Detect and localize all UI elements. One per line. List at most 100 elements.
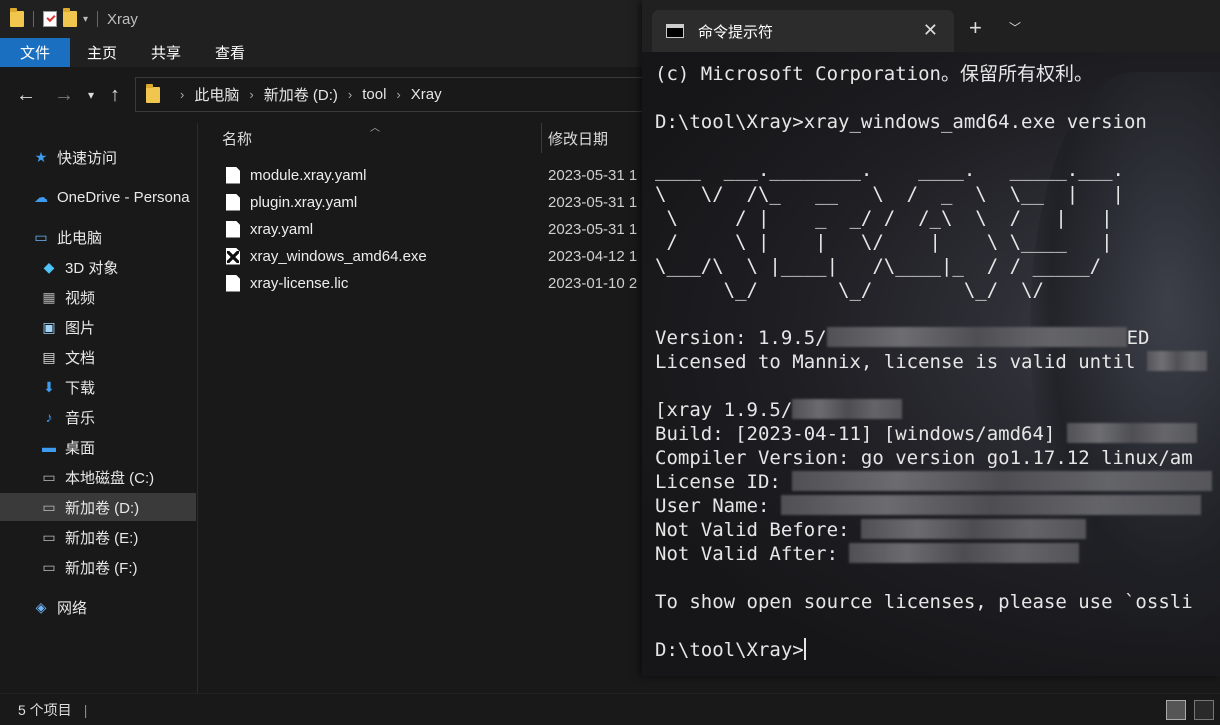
redacted-block [826,327,1127,347]
file-date: 2023-05-31 1 [548,193,638,211]
customize-toolbar-icon[interactable]: ▾ [83,14,88,25]
sidebar-item-label: 图片 [65,319,96,337]
terminal-tab-bar: 命令提示符 ✕ + ﹀ [642,0,1220,52]
executable-icon [226,247,240,265]
sidebar-item-drive-f[interactable]: ▭ 新加卷 (F:) [0,553,196,581]
chevron-right-icon[interactable]: › [348,87,352,102]
ascii-banner-line: / \ | | \/ | \ \____ | [655,231,1113,253]
file-row[interactable]: module.xray.yaml 2023-05-31 1 [222,162,652,188]
redacted-block [860,519,1086,539]
up-arrow-icon[interactable]: ↑ [110,83,120,107]
redacted-block [1066,423,1197,443]
add-tab-icon[interactable]: + [969,15,982,41]
column-header-date[interactable]: 修改日期 [548,123,608,153]
tab-title: 命令提示符 [698,23,774,41]
drive-icon: ▭ [42,499,56,515]
sidebar-item-drive-c[interactable]: ▭ 本地磁盘 (C:) [0,463,196,491]
chevron-right-icon[interactable]: › [396,87,400,102]
not-before-label: Not Valid Before: [655,519,861,541]
sidebar-item-label: 网络 [57,599,88,617]
breadcrumb-this-pc[interactable]: 此电脑 [194,84,239,105]
sidebar-item-quick-access[interactable]: ★ 快速访问 [0,143,196,171]
recent-locations-icon[interactable]: ▾ [88,83,94,107]
tab-command-prompt[interactable]: 命令提示符 ✕ [652,10,954,52]
sidebar-item-pictures[interactable]: ▣ 图片 [0,313,196,341]
picture-icon: ▣ [42,319,56,335]
user-name-label: User Name: [655,495,781,517]
build-header-line: [xray 1.9.5/ [655,399,903,421]
file-name: xray_windows_amd64.exe [250,247,427,265]
music-icon: ♪ [45,409,53,425]
file-row[interactable]: xray.yaml 2023-05-31 1 [222,216,652,242]
drive-icon: ▭ [42,469,56,485]
file-row[interactable]: plugin.xray.yaml 2023-05-31 1 [222,189,652,215]
sidebar-item-network[interactable]: ◈ 网络 [0,593,196,621]
licensed-line: Licensed to Mannix, license is valid unt… [655,351,1207,373]
download-icon: ⬇ [43,379,55,395]
tab-view[interactable]: 查看 [198,38,262,67]
sidebar-item-label: 3D 对象 [65,259,119,277]
close-icon[interactable]: ✕ [923,20,938,41]
compiler-line: Compiler Version: go version go1.17.12 l… [655,447,1193,469]
column-divider[interactable] [541,123,542,153]
console-line: D:\tool\Xray>xray_windows_amd64.exe vers… [655,111,1147,133]
sidebar-item-downloads[interactable]: ⬇ 下载 [0,373,196,401]
not-after-label: Not Valid After: [655,543,850,565]
prompt-line[interactable]: D:\tool\Xray> [655,638,806,661]
sidebar-item-videos[interactable]: ▦ 视频 [0,283,196,311]
text-cursor [803,638,806,660]
large-icons-view-icon[interactable] [1194,700,1214,720]
tab-file[interactable]: 文件 [0,38,70,67]
item-count: 5 个项目 [18,701,72,718]
folder-icon [146,83,160,103]
sidebar-item-label: 桌面 [65,439,96,457]
breadcrumb-drive-d[interactable]: 新加卷 (D:) [264,84,338,105]
sidebar-item-drive-e[interactable]: ▭ 新加卷 (E:) [0,523,196,551]
sidebar-item-documents[interactable]: ▤ 文档 [0,343,196,371]
view-switcher [1166,700,1214,720]
sidebar-item-onedrive[interactable]: ☁ OneDrive - Persona [0,183,196,211]
version-suffix: ED [1126,327,1150,349]
licensed-label: Licensed to Mannix, license is valid unt… [655,351,1147,373]
ascii-banner-line: \ \/ /\_ __ \ / _ \ \__ | | [655,183,1124,205]
file-date: 2023-05-31 1 [548,166,638,184]
sidebar-item-label: 视频 [65,289,96,307]
file-row[interactable]: xray_windows_amd64.exe 2023-04-12 1 [222,243,652,269]
sidebar-item-label: 下载 [65,379,96,397]
chevron-right-icon[interactable]: › [180,87,184,102]
not-before-line: Not Valid Before: [655,519,1086,541]
file-name: xray.yaml [250,220,314,238]
build-info: Build: [2023-04-11] [windows/amd64] [655,423,1067,445]
sidebar-item-desktop[interactable]: ▬ 桌面 [0,433,196,461]
video-icon: ▦ [42,289,56,305]
divider [97,11,99,27]
breadcrumb-tool[interactable]: tool [362,86,386,103]
breadcrumb-xray[interactable]: Xray [411,86,442,103]
sidebar-item-this-pc[interactable]: ▭ 此电脑 [0,223,196,251]
desktop-icon: ▬ [42,439,56,455]
folder-icon [10,8,24,27]
sidebar-item-drive-d[interactable]: ▭ 新加卷 (D:) [0,493,196,521]
file-name: module.xray.yaml [250,166,367,184]
sidebar-item-music[interactable]: ♪ 音乐 [0,403,196,431]
forward-arrow-icon[interactable]: → [54,83,74,107]
file-row[interactable]: xray-license.lic 2023-01-10 2 [222,270,652,296]
chevron-right-icon[interactable]: › [249,87,253,102]
file-icon [226,274,240,292]
details-view-icon[interactable] [1166,700,1186,720]
sidebar-item-label: 新加卷 (F:) [65,559,138,577]
chevron-down-icon[interactable]: ﹀ [1009,19,1021,36]
properties-icon[interactable] [43,11,57,27]
oss-line: To show open source licenses, please use… [655,591,1193,613]
back-arrow-icon[interactable]: ← [16,83,36,107]
tab-share[interactable]: 共享 [134,38,198,67]
document-icon: ▤ [42,349,56,365]
sidebar-item-label: 新加卷 (E:) [65,529,139,547]
new-folder-icon[interactable] [63,8,77,27]
sidebar-item-3d-objects[interactable]: ◆ 3D 对象 [0,253,196,281]
tab-home[interactable]: 主页 [70,38,134,67]
column-header-name[interactable]: 名称 [222,123,252,153]
file-date: 2023-04-12 1 [548,247,638,265]
computer-icon: ▭ [34,229,48,245]
terminal-output[interactable]: (c) Microsoft Corporation。保留所有权利。 D:\too… [642,52,1220,676]
